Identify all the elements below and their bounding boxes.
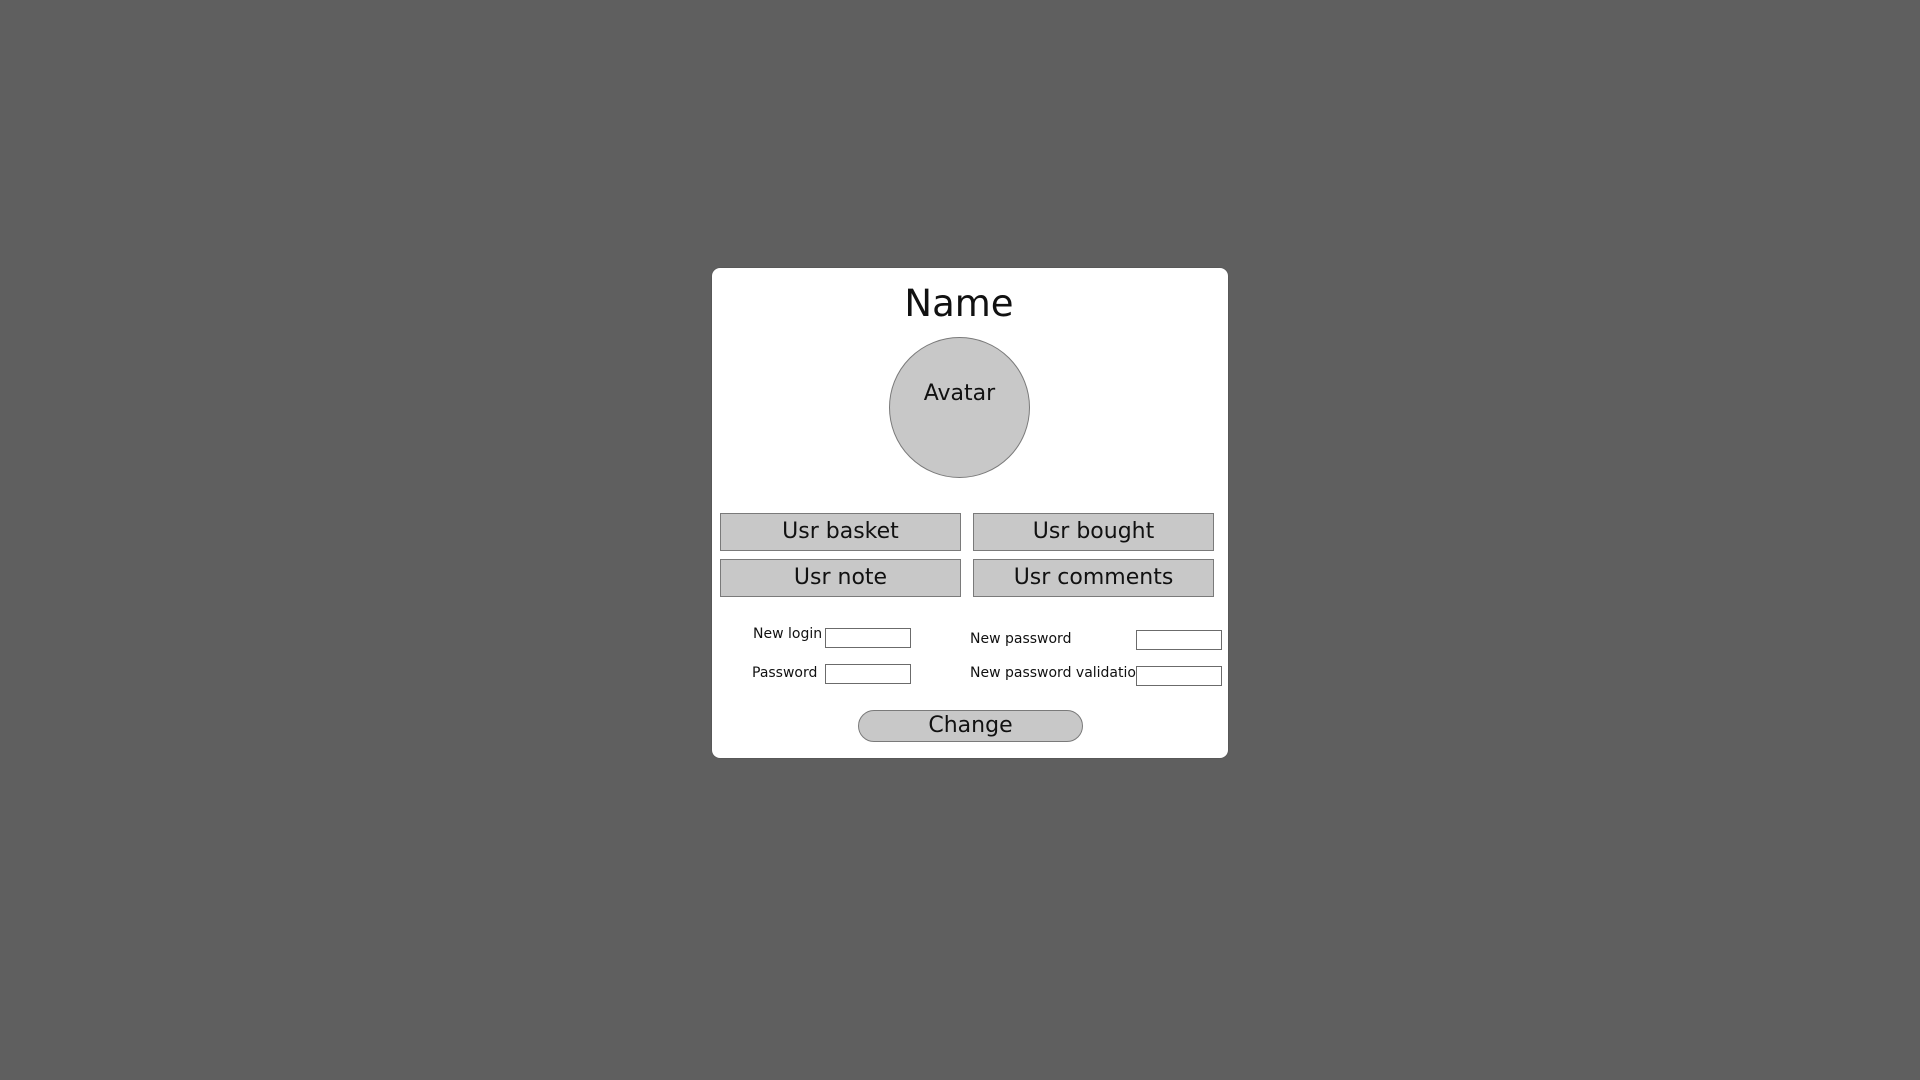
new-password-validation-field[interactable] (1136, 666, 1222, 686)
profile-card: Name Avatar Usr basket Usr bought Usr no… (712, 268, 1228, 758)
profile-name: Name (904, 282, 1014, 325)
avatar[interactable]: Avatar (889, 337, 1030, 478)
password-label: Password (752, 665, 818, 681)
usr-basket-button[interactable]: Usr basket (720, 513, 961, 551)
password-field[interactable] (825, 664, 911, 684)
new-login-label: New login (753, 626, 823, 642)
new-login-field[interactable] (825, 628, 911, 648)
usr-bought-button[interactable]: Usr bought (973, 513, 1214, 551)
usr-comments-button[interactable]: Usr comments (973, 559, 1214, 597)
usr-note-button[interactable]: Usr note (720, 559, 961, 597)
avatar-label: Avatar (923, 381, 996, 406)
new-password-field[interactable] (1136, 630, 1222, 650)
change-button[interactable]: Change (858, 710, 1083, 742)
new-password-label: New password (970, 631, 1072, 647)
new-password-validation-label: New password validation (970, 665, 1145, 681)
